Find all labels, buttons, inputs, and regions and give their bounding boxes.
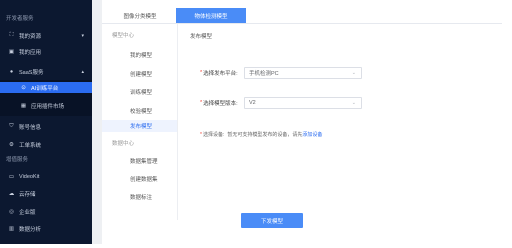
device-tip-text: 暂无可支持模型发布的设备，请先 <box>227 132 303 138</box>
submit-model-button[interactable]: 下发模型 <box>241 213 303 228</box>
gutter <box>92 0 102 244</box>
sidebar-item-label: AI训练平台 <box>31 85 59 92</box>
account-icon: ⛉ <box>9 123 14 129</box>
sidebar-item-saas[interactable]: ● SaaS服务 ▴ <box>0 66 92 77</box>
sidebar-item-label: 工单系统 <box>19 142 42 149</box>
sidebar-item-enterprise[interactable]: ◎ 企业版 <box>0 206 92 217</box>
analytics-icon: ▥ <box>8 225 15 232</box>
submenu-item-create-model[interactable]: 创建模型 <box>102 68 177 80</box>
cloud-storage-icon: ☁ <box>8 190 15 197</box>
required-marker: * <box>200 100 203 106</box>
plugin-market-icon: ▦ <box>20 102 27 109</box>
sidebar-item-label: SaaS服务 <box>19 69 44 76</box>
chevron-down-icon: ⌄ <box>351 70 356 76</box>
submenu-header-data-center: 数据中心 <box>112 141 135 147</box>
tab-object-detection[interactable]: 物体检测模型 <box>176 8 246 23</box>
version-select[interactable]: V2 ⌄ <box>244 97 362 109</box>
sidebar-item-label: 云存储 <box>19 191 36 198</box>
ticket-icon: ⚙ <box>9 141 14 148</box>
device-row: * 选择设备: 暂无可支持模型发布的设备，请先 添加设备 <box>200 131 322 139</box>
model-type-tabs: 图像分类模型 物体检测模型 <box>102 4 512 24</box>
sidebar-group-developer: 开发者服务 <box>6 16 34 22</box>
version-label: 选择模型版本: <box>203 101 238 107</box>
sidebar-item-tickets[interactable]: ⚙ 工单系统 <box>0 139 92 150</box>
tab-image-classification[interactable]: 图像分类模型 <box>106 8 174 23</box>
submenu-item-validate-model[interactable]: 校验模型 <box>102 105 177 117</box>
page-bottom-edge <box>0 244 512 248</box>
page-title: 发布模型 <box>190 34 213 40</box>
platform-row: * 选择发布平台: <box>200 67 247 79</box>
platform-select[interactable]: 手机检测PC ⌄ <box>244 67 362 79</box>
sidebar-item-label: 我的应用 <box>19 49 42 56</box>
chevron-up-icon: ▴ <box>81 68 84 75</box>
sidebar-item-label: 企业版 <box>19 209 36 216</box>
sidebar-item-account[interactable]: ⛉ 账号信息 <box>0 121 92 132</box>
submenu-item-publish-model[interactable]: 发布模型 <box>102 120 177 132</box>
platform-label: 选择发布平台: <box>203 71 238 77</box>
sidebar: 开发者服务 ⛶ 我的资源 ▾ ▣ 我的应用 ● SaaS服务 ▴ ⊙ AI训练平… <box>0 0 92 244</box>
add-device-link[interactable]: 添加设备 <box>302 131 322 138</box>
submenu-item-data-annotation[interactable]: 数据标注 <box>102 191 177 203</box>
submenu-item-my-models[interactable]: 我的模型 <box>102 49 177 61</box>
sidebar-item-label: 数据分析 <box>19 226 42 233</box>
sidebar-item-ai-platform[interactable]: ⊙ AI训练平台 <box>0 82 92 93</box>
sidebar-item-label: 应用插件市场 <box>31 103 65 110</box>
sidebar-item-my-apps[interactable]: ▣ 我的应用 <box>0 46 92 57</box>
app-icon: ▣ <box>8 48 15 55</box>
enterprise-icon: ◎ <box>9 208 14 215</box>
platform-select-value: 手机检测PC <box>249 71 279 77</box>
submenu-item-train-model[interactable]: 训练模型 <box>102 86 177 98</box>
sidebar-item-label: VideoKit <box>19 173 40 180</box>
chevron-down-icon: ▾ <box>81 32 84 39</box>
ai-platform-icon: ⊙ <box>21 84 26 91</box>
model-submenu: 模型中心 我的模型 创建模型 训练模型 校验模型 发布模型 数据中心 数据集管理… <box>102 24 178 220</box>
sidebar-group-value-added: 增值服务 <box>6 157 29 163</box>
sidebar-item-label: 账号信息 <box>19 124 42 131</box>
video-icon: ▭ <box>8 173 15 180</box>
cloud-service-icon: ● <box>9 68 14 75</box>
sidebar-item-plugin-market[interactable]: ▦ 应用插件市场 <box>0 100 92 111</box>
sidebar-item-label: 我的资源 <box>19 33 42 40</box>
submenu-header-model-center: 模型中心 <box>112 33 135 39</box>
sidebar-item-analytics[interactable]: ▥ 数据分析 <box>0 223 92 234</box>
submenu-item-dataset-management[interactable]: 数据集管理 <box>102 155 177 167</box>
sidebar-item-cloud-storage[interactable]: ☁ 云存储 <box>0 188 92 199</box>
version-row: * 选择模型版本: <box>200 97 247 109</box>
required-marker: * <box>200 131 202 138</box>
required-marker: * <box>200 70 203 76</box>
sidebar-item-my-resources[interactable]: ⛶ 我的资源 ▾ <box>0 30 92 41</box>
resource-icon: ⛶ <box>9 32 14 38</box>
version-select-value: V2 <box>249 100 256 106</box>
sidebar-item-videokit[interactable]: ▭ VideoKit <box>0 171 92 182</box>
device-label: 选择设备: <box>202 132 225 138</box>
submenu-item-create-dataset[interactable]: 创建数据集 <box>102 173 177 185</box>
chevron-down-icon: ⌄ <box>351 100 356 106</box>
